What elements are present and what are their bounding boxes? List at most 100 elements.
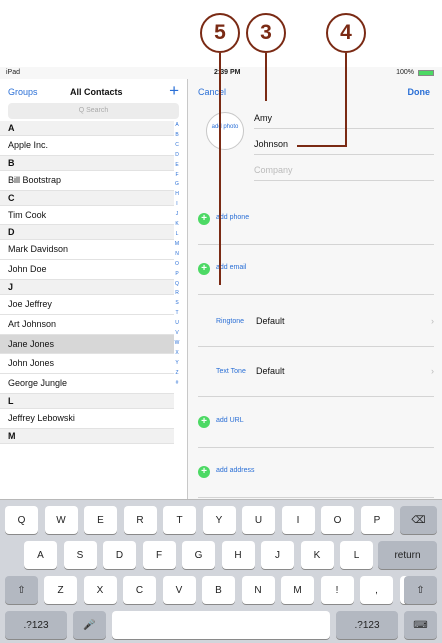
index-letter[interactable]: S [173,299,181,309]
add-contact-button[interactable]: + [169,81,179,101]
add-photo-button[interactable]: add photo [206,112,244,150]
text-tone-label: Text Tone [216,368,246,375]
key-s[interactable]: S [63,541,97,569]
company-field[interactable]: Company [254,159,434,181]
key-char[interactable]: C [123,576,156,604]
index-letter[interactable]: V [173,329,181,339]
section-header: L [0,393,174,409]
index-letter[interactable]: O [173,260,181,270]
key-e[interactable]: E [84,506,117,534]
key-i[interactable]: I [281,506,315,534]
index-letter[interactable]: P [173,270,181,280]
microphone-icon[interactable]: 🎤 [73,611,106,639]
contact-row[interactable]: Joe Jeffrey [0,295,174,315]
index-letter[interactable]: U [173,319,181,329]
key-r[interactable]: R [123,506,157,534]
key-a[interactable]: A [24,541,57,569]
key-y[interactable]: Y [202,506,236,534]
add-email-row[interactable]: + add email [198,251,434,295]
backspace-icon[interactable]: ⌫ [400,506,437,534]
key-char[interactable]: , [360,576,393,604]
add-url-row[interactable]: + add URL [198,404,434,448]
key-char[interactable]: B [202,576,235,604]
add-url-label: add URL [216,417,244,424]
index-letter[interactable]: X [173,349,181,359]
contact-row[interactable]: Jeffrey Lebowski [0,409,174,429]
index-letter[interactable]: # [173,379,181,389]
cancel-button[interactable]: Cancel [198,87,226,97]
contact-row[interactable]: John Jones [0,354,174,375]
key-o[interactable]: O [321,506,354,534]
ringtone-row[interactable]: Ringtone Default › [198,299,434,347]
contact-row[interactable]: Apple Inc. [0,136,174,156]
key-g[interactable]: G [182,541,215,569]
shift-icon[interactable]: ⇧ [5,576,38,604]
index-letter[interactable]: B [173,131,181,141]
index-letter[interactable]: M [173,240,181,250]
callout-5-leader [219,53,221,285]
key-f[interactable]: F [142,541,176,569]
contact-row[interactable]: Jane Jones [0,334,174,355]
index-letter[interactable]: Y [173,359,181,369]
index-letter[interactable]: Q [173,280,181,290]
index-letter[interactable]: F [173,171,181,181]
contact-list: A Apple Inc. B Bill Bootstrap C Tim Cook D Mark… [0,121,174,444]
contact-row[interactable]: Bill Bootstrap [0,171,174,191]
text-tone-row[interactable]: Text Tone Default › [198,349,434,397]
add-phone-row[interactable]: + add phone [198,201,434,245]
space-bar[interactable] [112,611,330,639]
index-letter[interactable]: R [173,289,181,299]
contact-row[interactable]: Mark Davidson [0,240,174,261]
contact-row[interactable]: Tim Cook [0,206,174,226]
section-header: J [0,279,174,295]
add-address-row[interactable]: + add address [198,454,434,498]
numbers-key[interactable]: .?123 [336,611,398,639]
numbers-key[interactable]: .?123 [5,611,67,639]
section-header: B [0,155,174,171]
index-letter[interactable]: A [173,121,181,131]
index-letter[interactable]: Z [173,369,181,379]
key-char[interactable]: N [241,576,275,604]
done-button[interactable]: Done [408,87,431,97]
key-u[interactable]: U [242,506,275,534]
hide-keyboard-icon[interactable]: ⌨ [404,611,437,639]
index-letter[interactable]: T [173,309,181,319]
index-letter[interactable]: N [173,250,181,260]
index-letter[interactable]: I [173,200,181,210]
contact-row[interactable]: John Doe [0,260,174,280]
search-input[interactable]: Q Search [8,103,179,119]
index-letter[interactable]: C [173,141,181,151]
last-name-field[interactable]: Johnson [254,133,434,155]
key-char[interactable]: M [281,576,314,604]
key-char[interactable]: ! [320,576,354,604]
status-battery-pct: 100% [396,69,414,76]
key-char[interactable]: V [162,576,196,604]
key-char[interactable]: X [83,576,117,604]
key-q[interactable]: Q [5,506,38,534]
key-k[interactable]: K [300,541,334,569]
contact-row[interactable]: George Jungle [0,374,174,394]
first-name-field[interactable]: Amy [254,107,434,129]
key-char[interactable]: Z [44,576,77,604]
key-j[interactable]: J [261,541,294,569]
shift-icon[interactable]: ⇧ [404,576,437,604]
index-letter[interactable]: L [173,230,181,240]
index-letter[interactable]: D [173,151,181,161]
contact-row[interactable]: Art Johnson [0,315,174,335]
groups-button[interactable]: Groups [8,87,38,97]
alphabet-index[interactable]: A B C D E F G H I J K L M N O P Q R S T U V W X Y Z # [173,121,181,388]
index-letter[interactable]: K [173,220,181,230]
index-letter[interactable]: G [173,180,181,190]
return-key[interactable]: return [378,541,437,569]
key-p[interactable]: P [360,506,394,534]
key-w[interactable]: W [44,506,78,534]
key-l[interactable]: L [340,541,373,569]
index-letter[interactable]: H [173,190,181,200]
plus-circle-icon: + [198,416,210,428]
key-t[interactable]: T [163,506,196,534]
index-letter[interactable]: W [173,339,181,349]
key-d[interactable]: D [103,541,136,569]
key-h[interactable]: H [221,541,255,569]
index-letter[interactable]: E [173,161,181,171]
index-letter[interactable]: J [173,210,181,220]
